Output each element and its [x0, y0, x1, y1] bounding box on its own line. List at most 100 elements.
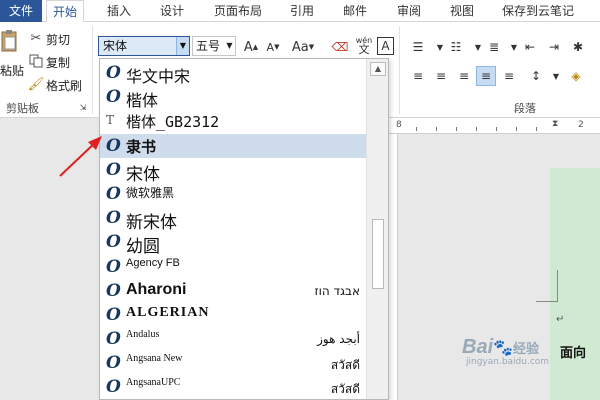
increase-indent-icon[interactable]: ⇥ — [544, 37, 564, 57]
font-name: 微软雅黑 — [126, 186, 175, 200]
cut-button[interactable]: 剪切 — [46, 31, 70, 48]
indent-marker-icon[interactable]: ⧗ — [552, 119, 558, 129]
font-name: Angsana New — [126, 353, 183, 364]
scrollbar-thumb[interactable] — [372, 219, 384, 289]
font-list-item[interactable]: O Aharoni אבגד הוז — [100, 279, 366, 303]
align-right-icon[interactable]: ≡ — [454, 66, 474, 86]
horizontal-ruler[interactable]: 8 2 ⧗ — [386, 118, 600, 134]
font-list-item[interactable]: O 楷体 — [100, 85, 366, 110]
change-case-button[interactable]: Aa ▼ — [289, 37, 317, 57]
shrink-font-button[interactable]: A ▼ — [263, 37, 283, 57]
ruler-number: 2 — [578, 120, 584, 130]
font-list-item[interactable]: O 微软雅黑 — [100, 182, 366, 206]
paragraph-mark: ↵ — [556, 314, 565, 325]
ruler-tick — [416, 127, 417, 131]
character-border-button[interactable]: A — [377, 37, 394, 55]
copy-button[interactable]: 复制 — [46, 54, 70, 71]
font-list-item[interactable]: O 华文中宋 — [100, 61, 366, 86]
scrollbar[interactable]: ▲ — [366, 59, 388, 399]
paste-icon[interactable] — [0, 28, 18, 54]
paw-icon: 🐾 — [493, 338, 514, 357]
font-name: Andalus — [126, 329, 160, 340]
multilevel-list-icon[interactable]: ≣ — [484, 37, 504, 57]
ruler-number: 8 — [396, 120, 402, 130]
scissors-icon[interactable]: ✂ — [28, 30, 44, 46]
divider — [92, 26, 93, 114]
chevron-down-icon[interactable]: ▼ — [224, 37, 235, 55]
font-list-item[interactable]: O 宋体 — [100, 158, 366, 185]
font-list-item[interactable]: O Andalus أبجد هوز — [100, 327, 366, 351]
font-list-item[interactable]: T 楷体_GB2312 — [100, 109, 366, 133]
format-painter-button[interactable]: 格式刷 — [46, 77, 82, 94]
clear-format-icon[interactable]: ⌫ — [330, 37, 350, 57]
font-list-item[interactable]: O Angsana New สวัสดี — [100, 351, 366, 375]
bullets-icon[interactable]: ☰ — [408, 37, 428, 57]
font-size-combobox[interactable]: 五号 ▼ — [192, 36, 236, 56]
font-list-item[interactable]: O AngsanaUPC สวัสดี — [100, 375, 366, 399]
font-list-item[interactable]: O 隶书 — [100, 134, 366, 158]
font-dropdown-list[interactable]: O 华文中宋 O 楷体 T 楷体_GB2312 O 隶书 O 宋体 O 微软雅黑 O 新宋体 O 幼圆 O Age… — [99, 58, 389, 400]
opentype-font-icon: O — [106, 281, 121, 301]
font-name-value: 宋体 — [103, 39, 128, 53]
opentype-font-icon: O — [106, 63, 121, 83]
tab-file[interactable]: 文件 — [0, 0, 42, 22]
ruler-tick — [496, 127, 497, 131]
tab-mailings[interactable]: 邮件 — [343, 0, 367, 22]
tab-review[interactable]: 审阅 — [397, 0, 421, 22]
watermark-url: jingyan.baidu.com — [466, 357, 550, 367]
ruler-tick — [536, 127, 537, 131]
tab-insert[interactable]: 插入 — [107, 0, 131, 22]
font-size-value: 五号 — [196, 39, 221, 53]
copy-icon[interactable] — [28, 53, 44, 69]
align-left-icon[interactable]: ≡ — [408, 66, 428, 86]
opentype-font-icon: O — [106, 232, 121, 252]
shrink-font-label: A — [266, 40, 275, 54]
font-sample: أبجد هوز — [317, 332, 360, 346]
margin-corner-marker — [536, 270, 558, 302]
font-name: 幼圆 — [126, 237, 160, 257]
tab-layout[interactable]: 页面布局 — [214, 0, 262, 22]
tab-design[interactable]: 设计 — [160, 0, 184, 22]
scroll-up-icon[interactable]: ▲ — [370, 62, 386, 76]
line-spacing-icon[interactable]: ↕ — [526, 66, 546, 86]
font-name: AngsanaUPC — [126, 377, 181, 388]
font-name-combobox[interactable]: 宋体 ▼ — [98, 36, 190, 56]
format-painter-icon[interactable]: 🖌 — [28, 76, 45, 92]
clipboard-launcher-icon[interactable]: ⇲ — [78, 102, 88, 112]
tab-cloud-notes[interactable]: 保存到云笔记 — [502, 0, 574, 22]
tab-home[interactable]: 开始 — [46, 0, 85, 23]
font-name: Agency FB — [126, 257, 180, 269]
truetype-font-icon: T — [106, 113, 115, 127]
font-list-item[interactable]: O ALGERIAN — [100, 303, 366, 327]
font-name: 楷体_GB2312 — [126, 113, 220, 131]
chevron-down-icon[interactable]: ▼ — [176, 37, 189, 55]
numbering-icon[interactable]: ☷ — [446, 37, 466, 57]
distributed-icon[interactable]: ≡ — [499, 66, 519, 86]
chinese-layout-icon[interactable]: ✱ — [568, 37, 588, 57]
grow-font-button[interactable]: A ▲ — [241, 37, 261, 57]
paste-label[interactable]: 粘贴 — [0, 62, 24, 79]
tab-references[interactable]: 引用 — [290, 0, 314, 22]
grow-font-label: A — [243, 39, 253, 55]
font-list-item[interactable]: O 幼圆 — [100, 230, 366, 257]
font-sample: สวัสดี — [330, 358, 360, 372]
watermark-brand: Bai — [462, 336, 494, 358]
justify-icon[interactable]: ≡ — [476, 66, 496, 86]
font-list-item[interactable]: O 新宋体 — [100, 206, 366, 233]
font-list-item[interactable]: O Agency FB — [100, 255, 366, 279]
phonetic-guide-button[interactable]: wén 文 — [354, 35, 374, 55]
red-arrow-annotation — [59, 136, 102, 177]
ruler-tick — [456, 127, 457, 131]
ribbon-tab-bar: 文件 开始 插入 设计 页面布局 引用 邮件 审阅 视图 保存到云笔记 — [0, 0, 600, 23]
chevron-down-icon[interactable]: ▼ — [546, 66, 566, 86]
opentype-font-icon: O — [106, 208, 121, 228]
font-name: 楷体 — [126, 91, 159, 110]
font-name: 华文中宋 — [126, 67, 191, 86]
opentype-font-icon: O — [106, 257, 121, 277]
decrease-indent-icon[interactable]: ⇤ — [520, 37, 540, 57]
shading-icon[interactable]: ◈ — [566, 66, 586, 86]
opentype-font-icon: O — [106, 160, 121, 180]
align-center-icon[interactable]: ≡ — [431, 66, 451, 86]
tab-view[interactable]: 视图 — [450, 0, 474, 22]
watermark: Bai🐾经验 jingyan.baidu.com — [462, 336, 549, 367]
